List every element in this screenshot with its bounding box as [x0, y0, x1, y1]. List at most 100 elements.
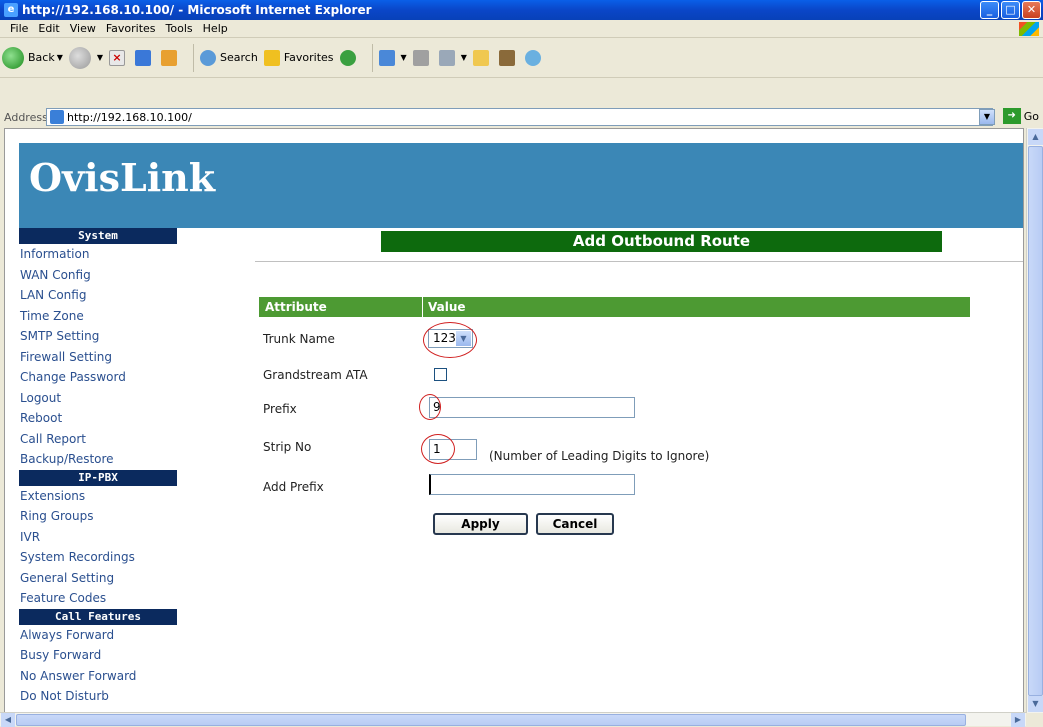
sidebar-item-lan-config[interactable]: LAN Config	[19, 285, 177, 306]
menu-file[interactable]: File	[10, 22, 28, 35]
sidebar-item-backup-restore[interactable]: Backup/Restore	[19, 449, 177, 470]
folder-button[interactable]	[472, 49, 493, 66]
sidebar-item-general-setting[interactable]: General Setting	[19, 568, 177, 589]
toolbar-divider	[371, 43, 373, 72]
strip-no-label: Strip No	[263, 440, 312, 454]
vertical-scrollbar[interactable]: ▲ ▼	[1026, 128, 1043, 713]
form-table-header: Attribute Value	[259, 297, 970, 317]
column-header-value: Value	[428, 300, 466, 314]
apply-button[interactable]: Apply	[433, 513, 528, 535]
stop-button[interactable]: ×	[109, 49, 129, 66]
messenger-icon	[524, 49, 541, 66]
trunk-name-label: Trunk Name	[263, 332, 335, 346]
column-divider	[422, 297, 423, 317]
sidebar-header-ippbx: IP-PBX	[19, 469, 177, 486]
menu-view[interactable]: View	[70, 22, 96, 35]
research-icon	[498, 49, 515, 66]
scroll-down-icon[interactable]: ▼	[1028, 696, 1043, 712]
grandstream-ata-label: Grandstream ATA	[263, 368, 368, 382]
strip-no-hint: (Number of Leading Digits to Ignore)	[489, 449, 710, 463]
cancel-button[interactable]: Cancel	[536, 513, 614, 535]
scroll-right-icon[interactable]: ▶	[1011, 713, 1025, 727]
print-icon	[412, 49, 429, 66]
menu-edit[interactable]: Edit	[38, 22, 59, 35]
favorites-button[interactable]: Favorites	[263, 49, 334, 66]
mail-button[interactable]: ▼	[378, 49, 407, 66]
sidebar-item-reboot[interactable]: Reboot	[19, 408, 177, 429]
menu-favorites[interactable]: Favorites	[106, 22, 156, 35]
sidebar-item-information[interactable]: Information	[19, 244, 177, 265]
stop-icon: ×	[109, 49, 126, 66]
page-title: Add Outbound Route	[381, 231, 942, 252]
divider	[255, 261, 1023, 262]
column-header-attribute: Attribute	[265, 300, 327, 314]
address-dropdown-button[interactable]: ▼	[979, 109, 995, 125]
chevron-down-icon: ▼	[96, 53, 104, 62]
sidebar-item-wan-config[interactable]: WAN Config	[19, 265, 177, 286]
go-label: Go	[1023, 109, 1039, 123]
sidebar-item-do-not-disturb[interactable]: Do Not Disturb	[19, 686, 177, 707]
minimize-button[interactable]: _	[980, 1, 999, 19]
print-button[interactable]	[412, 49, 433, 66]
address-label: Address	[4, 110, 48, 124]
grandstream-ata-checkbox[interactable]	[434, 368, 447, 381]
page-icon	[50, 110, 64, 124]
prefix-input[interactable]: 9	[429, 397, 635, 418]
refresh-icon	[135, 49, 152, 66]
horizontal-scrollbar[interactable]: ◀ ▶	[0, 712, 1026, 727]
menu-help[interactable]: Help	[203, 22, 228, 35]
horizontal-scroll-thumb[interactable]	[16, 714, 966, 726]
refresh-button[interactable]	[135, 49, 155, 66]
sidebar-item-call-report[interactable]: Call Report	[19, 429, 177, 450]
scroll-left-icon[interactable]: ◀	[1, 713, 15, 727]
menu-tools[interactable]: Tools	[166, 22, 193, 35]
sidebar-item-busy-forward[interactable]: Busy Forward	[19, 645, 177, 666]
research-button[interactable]	[498, 49, 519, 66]
forward-button[interactable]: ▼	[68, 46, 104, 69]
scroll-up-icon[interactable]: ▲	[1028, 129, 1043, 145]
sidebar: System Information WAN Config LAN Config…	[19, 228, 177, 707]
sidebar-header-call-features: Call Features	[19, 608, 177, 625]
address-input[interactable]: http://192.168.10.100/	[46, 108, 993, 126]
sidebar-item-logout[interactable]: Logout	[19, 388, 177, 409]
address-bar: Address http://192.168.10.100/ ▼ ➜ Go	[0, 106, 1043, 128]
add-prefix-input[interactable]	[429, 474, 635, 495]
sidebar-item-system-recordings[interactable]: System Recordings	[19, 547, 177, 568]
edit-button[interactable]: ▼	[438, 49, 467, 66]
back-button[interactable]: Back ▼	[2, 46, 63, 69]
favorites-label: Favorites	[283, 51, 334, 64]
sidebar-item-time-zone[interactable]: Time Zone	[19, 306, 177, 327]
home-icon	[161, 49, 178, 66]
prefix-label: Prefix	[263, 402, 297, 416]
menu-bar: File Edit View Favorites Tools Help	[0, 20, 1043, 38]
sidebar-item-no-answer-forward[interactable]: No Answer Forward	[19, 666, 177, 687]
sidebar-item-firewall-setting[interactable]: Firewall Setting	[19, 347, 177, 368]
messenger-button[interactable]	[524, 49, 545, 66]
search-label: Search	[220, 51, 258, 64]
sidebar-item-ring-groups[interactable]: Ring Groups	[19, 506, 177, 527]
mail-icon	[378, 49, 395, 66]
sidebar-header-system: System	[19, 228, 177, 244]
go-button[interactable]: ➜ Go	[1002, 108, 1039, 124]
edit-icon	[438, 49, 455, 66]
ie-icon: e	[4, 3, 18, 17]
folder-icon	[472, 49, 489, 66]
vertical-scroll-thumb[interactable]	[1028, 146, 1043, 696]
maximize-button[interactable]: □	[1001, 1, 1020, 19]
sidebar-item-ivr[interactable]: IVR	[19, 527, 177, 548]
history-button[interactable]	[339, 49, 360, 66]
page-content: OvisLink System Information WAN Config L…	[4, 128, 1024, 713]
sidebar-item-feature-codes[interactable]: Feature Codes	[19, 588, 177, 609]
home-button[interactable]	[161, 49, 181, 66]
close-button[interactable]: ✕	[1022, 1, 1041, 19]
sidebar-item-always-forward[interactable]: Always Forward	[19, 625, 177, 646]
highlight-circle	[421, 434, 455, 464]
back-label: Back	[28, 51, 55, 64]
chevron-down-icon: ▼	[400, 53, 407, 62]
search-button[interactable]: Search	[200, 49, 258, 66]
sidebar-item-extensions[interactable]: Extensions	[19, 486, 177, 507]
forward-arrow-icon	[68, 46, 91, 69]
sidebar-item-change-password[interactable]: Change Password	[19, 367, 177, 388]
sidebar-item-smtp-setting[interactable]: SMTP Setting	[19, 326, 177, 347]
header-banner: OvisLink	[19, 143, 1023, 228]
